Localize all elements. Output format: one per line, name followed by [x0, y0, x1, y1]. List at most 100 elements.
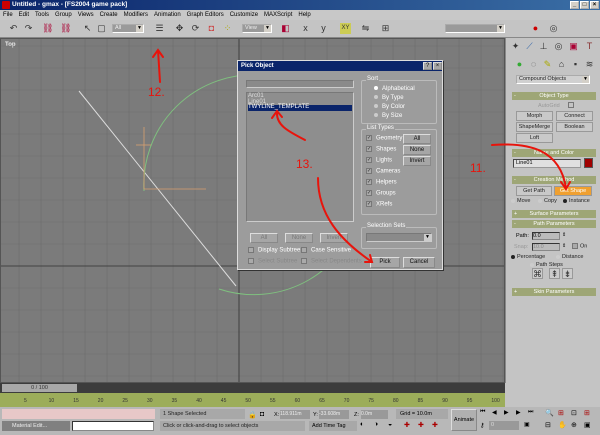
orbit-icon[interactable]: ⊕: [571, 421, 577, 429]
types-none-button[interactable]: None: [403, 145, 431, 155]
object-name-input[interactable]: Line01: [513, 159, 581, 168]
pivot-center-icon[interactable]: ◧: [280, 23, 291, 34]
unlink-icon[interactable]: ⛓: [60, 23, 71, 34]
list-all-button[interactable]: All: [250, 233, 278, 243]
link-icon[interactable]: ⛓: [42, 23, 53, 34]
get-shape-button[interactable]: Get Shape: [554, 186, 592, 196]
redo-icon[interactable]: ↷: [23, 23, 34, 34]
lock-icon[interactable]: 🔒: [248, 411, 257, 419]
motion-tab-icon[interactable]: ◎: [553, 41, 564, 52]
skin-parameters-rollout[interactable]: + Skin Parameters: [512, 288, 596, 296]
animate-button[interactable]: Animate: [451, 409, 477, 431]
shapes-checkbox[interactable]: ✓ Shapes: [366, 146, 396, 153]
time-slider-track[interactable]: 0 / 100: [0, 383, 505, 393]
prev-shape-icon[interactable]: ⇞: [549, 268, 560, 279]
morph-button[interactable]: Morph: [516, 111, 553, 121]
rotate-icon[interactable]: ⟳: [190, 23, 201, 34]
spinner-arrows-icon[interactable]: ⇕: [562, 243, 566, 249]
groups-checkbox[interactable]: ✓ Groups: [366, 190, 396, 197]
snap-spinner[interactable]: 10.0: [532, 243, 560, 251]
pick-button[interactable]: Pick: [370, 257, 400, 268]
undo-icon[interactable]: ↶: [8, 23, 19, 34]
sort-alphabetical-radio[interactable]: Alphabetical: [374, 86, 415, 92]
cameras-icon[interactable]: ⌂: [556, 59, 567, 70]
lights-checkbox[interactable]: ✓ Lights: [366, 157, 392, 164]
zoom-icon[interactable]: 🔍: [545, 409, 554, 417]
move-icon[interactable]: ✥: [174, 23, 185, 34]
menu-views[interactable]: Views: [78, 10, 94, 20]
pan-icon[interactable]: ✋: [558, 421, 567, 429]
pivot-icon[interactable]: ⁘: [222, 23, 233, 34]
helpers-icon[interactable]: ▪: [570, 59, 581, 70]
instance-radio[interactable]: Instance: [563, 198, 590, 204]
object-type-rollout[interactable]: - Object Type: [512, 92, 596, 100]
goto-start-icon[interactable]: ⏮: [480, 409, 485, 416]
z-coordinate[interactable]: 0.0m: [361, 410, 388, 419]
geometry-checkbox[interactable]: ✓ Geometry: [366, 135, 402, 142]
minimize-button[interactable]: _: [570, 1, 579, 9]
add-time-tag[interactable]: Add Time Tag: [309, 421, 357, 431]
xrefs-checkbox[interactable]: ✓ XRefs: [366, 201, 392, 208]
sort-by-size-radio[interactable]: By Size: [374, 113, 402, 119]
list-item-selected[interactable]: TWYLINE_TEMPLATE: [248, 104, 352, 111]
render-icon[interactable]: ●: [530, 23, 541, 34]
object-color-swatch[interactable]: [584, 158, 593, 168]
types-invert-button[interactable]: Invert: [403, 156, 431, 166]
quick-render-icon[interactable]: ◎: [548, 23, 559, 34]
select-subtree-checkbox[interactable]: Select Subtree: [248, 258, 297, 265]
shapemerge-button[interactable]: ShapeMerge: [516, 122, 553, 132]
current-frame-input[interactable]: 0: [489, 421, 519, 430]
next-shape-icon[interactable]: ⇟: [562, 268, 573, 279]
snap-toggle-icon[interactable]: ◐: [360, 421, 364, 428]
cancel-button[interactable]: Cancel: [403, 257, 435, 268]
menu-animation[interactable]: Animation: [154, 10, 181, 20]
category-dropdown[interactable]: Compound Objects ▼: [516, 75, 590, 84]
display-subtree-checkbox[interactable]: Display Subtree: [248, 247, 300, 254]
loft-button[interactable]: Loft: [516, 133, 553, 143]
align-icon[interactable]: ⊞: [380, 23, 391, 34]
zoom-extents-all-icon[interactable]: ⊞: [584, 409, 590, 417]
sort-by-type-radio[interactable]: By Type: [374, 95, 404, 101]
x-coordinate[interactable]: 118.911m: [280, 410, 310, 419]
types-all-button[interactable]: All: [403, 134, 431, 144]
create-tab-icon[interactable]: ✦: [510, 41, 521, 52]
boolean-button[interactable]: Boolean: [556, 122, 593, 132]
named-selection-dropdown[interactable]: ▼: [445, 24, 505, 33]
maximize-button[interactable]: □: [580, 1, 589, 9]
move-radio[interactable]: Move: [511, 198, 530, 204]
menu-create[interactable]: Create: [100, 10, 118, 20]
distance-radio[interactable]: Distance: [556, 254, 583, 260]
menu-edit[interactable]: Edit: [19, 10, 29, 20]
angle-snap-icon[interactable]: ◑: [374, 421, 378, 428]
geometry-icon[interactable]: ●: [514, 59, 525, 70]
close-button[interactable]: ×: [590, 1, 599, 9]
display-tab-icon[interactable]: ▣: [568, 41, 579, 52]
percent-snap-icon[interactable]: ◒: [388, 421, 392, 428]
get-path-button[interactable]: Get Path: [516, 186, 552, 196]
play-icon[interactable]: ▶: [504, 409, 509, 416]
time-slider-thumb[interactable]: 0 / 100: [2, 384, 77, 392]
maxscript-listener[interactable]: [2, 409, 155, 419]
help-button[interactable]: ?: [423, 62, 432, 70]
menu-graph-editors[interactable]: Graph Editors: [187, 10, 224, 20]
maximize-viewport-icon[interactable]: ▣: [584, 421, 591, 429]
select-by-name-icon[interactable]: ☰: [154, 23, 165, 34]
mirror-icon[interactable]: ⇋: [360, 23, 371, 34]
maxscript-input[interactable]: [72, 421, 154, 431]
menu-modifiers[interactable]: Modifiers: [124, 10, 148, 20]
menu-customize[interactable]: Customize: [230, 10, 258, 20]
lights-icon[interactable]: ✎: [542, 59, 553, 70]
constraint-x-icon[interactable]: x: [300, 23, 311, 34]
zoom-extents-icon[interactable]: ⊡: [571, 409, 577, 417]
shapes-icon[interactable]: ◌: [528, 59, 539, 70]
modify-tab-icon[interactable]: ⟋: [524, 41, 535, 52]
spinner-snap-icon[interactable]: ✚: [404, 421, 410, 429]
path-spinner[interactable]: 0.0: [532, 232, 560, 240]
next-frame-icon[interactable]: ▶: [516, 409, 521, 416]
snap-on-checkbox[interactable]: On: [572, 243, 587, 249]
menu-help[interactable]: Help: [298, 10, 310, 20]
pick-shape-icon[interactable]: ⌘: [532, 268, 543, 279]
hierarchy-tab-icon[interactable]: ⊥: [538, 41, 549, 52]
scale-icon[interactable]: ◘: [206, 23, 217, 34]
constraint-xy-icon[interactable]: XY: [340, 23, 351, 34]
